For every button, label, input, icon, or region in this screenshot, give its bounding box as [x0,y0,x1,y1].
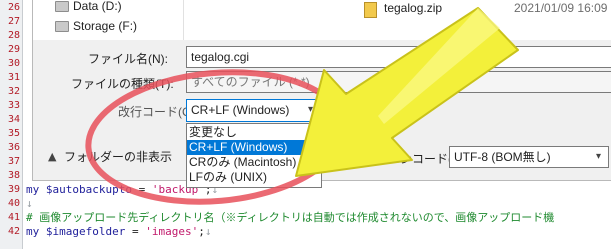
line-number: 30 [7,58,20,69]
drive-icon [55,1,69,12]
line-number: 26 [7,2,20,13]
code-line[interactable]: # 画像アップロード先ディレクトリ名（※ディレクトリは自動では作成されないので、… [26,211,611,224]
nav-item-data-drive[interactable]: Data (D:) [73,0,122,13]
option-no-change[interactable]: 変更なし [187,125,319,140]
line-number: 33 [7,100,20,111]
hide-folders-button[interactable]: フォルダーの非表示 [64,148,172,165]
option-crlf-windows[interactable]: CR+LF (Windows) [187,140,319,155]
zip-file-icon [364,2,377,18]
encoding-select[interactable]: UTF-8 (BOM無し) [449,146,609,168]
chevron-up-icon[interactable]: ▲ [48,150,56,163]
return-mark: ↓ [26,197,33,210]
line-number: 37 [7,156,20,167]
chevron-down-icon[interactable]: ▾ [596,151,601,162]
line-number: 39 [7,184,20,195]
line-number: 36 [7,142,20,153]
line-number: 31 [7,72,20,83]
line-number: 27 [7,16,20,27]
linebreak-options-list[interactable]: 変更なし CR+LF (Windows) CRのみ (Macintosh) LF… [186,123,322,188]
file-name[interactable]: tegalog.zip [384,1,442,15]
line-number: 40 [7,198,20,209]
option-lf-unix[interactable]: LFのみ (UNIX) [187,170,319,185]
linebreak-label: 改行コード(C) [118,105,195,119]
line-number: 41 [7,212,20,223]
file-list[interactable]: tegalog.zip 2021/01/09 16:09 [184,0,611,40]
line-number: 32 [7,86,20,97]
line-number: 34 [7,114,20,125]
line-number-gutter: 26 27 28 29 30 31 32 33 34 35 36 37 38 3… [0,0,23,249]
file-date: 2021/01/09 16:09 [514,1,608,15]
code-line[interactable]: ↓ [26,197,611,210]
line-number: 28 [7,30,20,41]
code-operator: = [131,183,152,196]
code-variable: my $imagefolder [26,225,126,238]
line-number: 42 [7,226,20,237]
filetype-label: ファイルの種類(T): [71,77,174,91]
filename-label: ファイル名(N): [88,52,168,66]
drive-icon [55,21,69,32]
line-number: 38 [7,170,20,181]
line-number: 29 [7,44,20,55]
code-semicolon: ; [198,225,205,238]
line-number: 35 [7,128,20,139]
filetype-select[interactable]: すべてのファイル (*.*) [186,71,611,93]
code-variable: my $autobackupto [26,183,132,196]
code-string: 'images' [145,225,199,238]
filename-input[interactable]: tegalog.cgi [186,46,611,68]
chevron-down-icon[interactable]: ▾ [308,104,313,115]
code-line[interactable]: my $imagefolder = 'images';↓ [26,225,611,238]
navigation-pane[interactable]: Data (D:) Storage (F:) [33,0,184,40]
option-cr-macintosh[interactable]: CRのみ (Macintosh) [187,155,319,170]
linebreak-select[interactable]: CR+LF (Windows) [186,99,322,122]
code-comment: # 画像アップロード先ディレクトリ名（※ディレクトリは自動では作成されないので、… [26,211,555,224]
return-mark: ↓ [204,225,212,238]
code-operator: = [125,225,146,238]
nav-item-storage-drive[interactable]: Storage (F:) [73,19,137,33]
